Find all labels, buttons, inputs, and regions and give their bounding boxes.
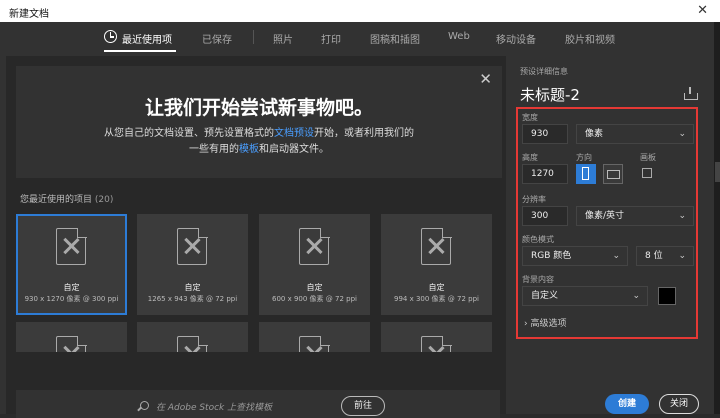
active-tab-indicator <box>104 50 176 52</box>
tab-print[interactable]: 打印 <box>321 31 341 46</box>
document-icon <box>421 227 452 265</box>
save-preset-icon[interactable] <box>684 87 698 100</box>
banner-title: 让我们开始尝试新事物吧。 <box>144 97 373 119</box>
advanced-options-label: 高级选项 <box>530 319 567 329</box>
chevron-right-icon: › <box>524 319 528 329</box>
close-button[interactable]: 关闭 <box>659 394 699 414</box>
background-dropdown[interactable]: 自定义 ⌄ <box>522 286 648 306</box>
stock-search-input[interactable]: 在 Adobe Stock 上查找模板 <box>156 400 272 413</box>
advanced-options-toggle[interactable]: › 高级选项 <box>524 316 567 329</box>
recent-preset-card[interactable]: 自定 930 x 1270 像素 @ 300 ppi <box>16 214 127 315</box>
search-icon <box>140 401 149 410</box>
recent-preset-card[interactable] <box>381 322 492 352</box>
tab-bar: 最近使用项 已保存 照片 打印 图稿和插图 Web 移动设备 胶片和视频 <box>0 22 714 52</box>
window-title: 新建文档 <box>9 9 49 20</box>
document-icon <box>421 335 452 352</box>
preset-name: 自定 <box>428 283 445 292</box>
background-app-marker <box>715 162 720 182</box>
go-button[interactable]: 前往 <box>341 396 385 416</box>
recent-items-count: (20) <box>94 195 114 205</box>
document-icon <box>177 335 208 352</box>
templates-link[interactable]: 模板 <box>239 144 259 155</box>
left-panel: ✕ 让我们开始尝试新事物吧。 从您自己的文档设置、预先设置格式的文档预设开始，或… <box>6 56 506 418</box>
tab-recent[interactable]: 最近使用项 <box>122 31 172 46</box>
recent-preset-card[interactable]: 自定 1265 x 943 像素 @ 72 ppi <box>137 214 248 315</box>
background-label: 背景内容 <box>522 275 554 284</box>
tab-mobile[interactable]: 移动设备 <box>496 31 536 46</box>
banner-close-icon[interactable]: ✕ <box>479 70 492 88</box>
banner-text-part: 一些有用的 <box>189 144 239 155</box>
resolution-unit-value: 像素/英寸 <box>585 211 625 221</box>
new-document-dialog: 最近使用项 已保存 照片 打印 图稿和插图 Web 移动设备 胶片和视频 ✕ 让… <box>0 22 714 418</box>
clock-icon <box>104 30 117 43</box>
welcome-banner: ✕ 让我们开始尝试新事物吧。 从您自己的文档设置、预先设置格式的文档预设开始，或… <box>16 66 502 178</box>
recent-items-heading: 您最近使用的项目 (20) <box>20 192 113 205</box>
chevron-down-icon: ⌄ <box>612 251 620 261</box>
preset-name: 自定 <box>63 283 80 292</box>
preset-details-panel: 预设详细信息 未标题-2 宽度 930 像素 ⌄ 高度 方向 画板 1270 分辨… <box>510 56 714 414</box>
document-presets-link[interactable]: 文档预设 <box>274 128 314 139</box>
tab-separator <box>253 30 254 44</box>
chevron-down-icon: ⌄ <box>678 211 686 221</box>
color-mode-value: RGB 颜色 <box>531 251 572 261</box>
bit-depth-dropdown[interactable]: 8 位 ⌄ <box>636 246 694 266</box>
recent-preset-card[interactable]: 自定 994 x 300 像素 @ 72 ppi <box>381 214 492 315</box>
chevron-down-icon: ⌄ <box>678 251 686 261</box>
portrait-orientation-button[interactable] <box>576 164 596 184</box>
resolution-unit-dropdown[interactable]: 像素/英寸 ⌄ <box>576 206 694 226</box>
portrait-icon <box>582 167 589 180</box>
window-titlebar: 新建文档 ✕ <box>0 0 720 22</box>
chevron-down-icon: ⌄ <box>678 129 686 139</box>
width-unit-value: 像素 <box>585 129 604 139</box>
resolution-label: 分辨率 <box>522 195 546 204</box>
banner-text-part: 开始，或者利用我们的 <box>314 128 414 139</box>
artboard-label: 画板 <box>640 153 656 162</box>
banner-text: 从您自己的文档设置、预先设置格式的文档预设开始，或者利用我们的 一些有用的模板和… <box>16 126 502 158</box>
tab-art-illustration[interactable]: 图稿和插图 <box>370 31 420 46</box>
preset-details-label: 预设详细信息 <box>520 67 568 76</box>
color-mode-label: 颜色模式 <box>522 235 554 244</box>
banner-text-part: 从您自己的文档设置、预先设置格式的 <box>104 128 274 139</box>
recent-preset-card[interactable] <box>259 322 370 352</box>
document-icon <box>56 335 87 352</box>
background-color-swatch[interactable] <box>658 287 676 305</box>
background-value: 自定义 <box>531 291 559 301</box>
document-icon <box>299 227 330 265</box>
banner-text-part: 和启动器文件。 <box>259 144 329 155</box>
artboard-checkbox[interactable] <box>642 168 652 178</box>
tab-photo[interactable]: 照片 <box>273 31 293 46</box>
chevron-down-icon: ⌄ <box>632 291 640 301</box>
orientation-label: 方向 <box>576 153 592 162</box>
width-input[interactable]: 930 <box>522 124 568 144</box>
document-icon <box>56 227 87 265</box>
width-unit-dropdown[interactable]: 像素 ⌄ <box>576 124 694 144</box>
tab-saved[interactable]: 已保存 <box>202 31 232 46</box>
landscape-icon <box>607 170 620 179</box>
preset-size: 994 x 300 像素 @ 72 ppi <box>394 295 479 303</box>
height-label: 高度 <box>522 153 538 162</box>
width-label: 宽度 <box>522 113 538 122</box>
recent-preset-card[interactable] <box>16 322 127 352</box>
create-button[interactable]: 创建 <box>605 394 649 414</box>
height-input[interactable]: 1270 <box>522 164 568 184</box>
recent-items-title: 您最近使用的项目 <box>20 195 93 205</box>
document-name-field[interactable]: 未标题-2 <box>520 84 580 105</box>
preset-name: 自定 <box>184 283 201 292</box>
bit-depth-value: 8 位 <box>645 251 663 261</box>
document-icon <box>177 227 208 265</box>
preset-size: 1265 x 943 像素 @ 72 ppi <box>147 295 238 303</box>
window-close-icon[interactable]: ✕ <box>697 3 708 18</box>
preset-size: 600 x 900 像素 @ 72 ppi <box>272 295 357 303</box>
color-mode-dropdown[interactable]: RGB 颜色 ⌄ <box>522 246 628 266</box>
tab-film-video[interactable]: 胶片和视频 <box>565 31 615 46</box>
preset-size: 930 x 1270 像素 @ 300 ppi <box>24 295 119 303</box>
recent-preset-card[interactable] <box>137 322 248 352</box>
background-app-edge <box>714 22 720 414</box>
preset-name: 自定 <box>306 283 323 292</box>
recent-preset-card[interactable]: 自定 600 x 900 像素 @ 72 ppi <box>259 214 370 315</box>
resolution-input[interactable]: 300 <box>522 206 568 226</box>
document-icon <box>299 335 330 352</box>
landscape-orientation-button[interactable] <box>603 164 623 184</box>
tab-web[interactable]: Web <box>448 31 470 42</box>
